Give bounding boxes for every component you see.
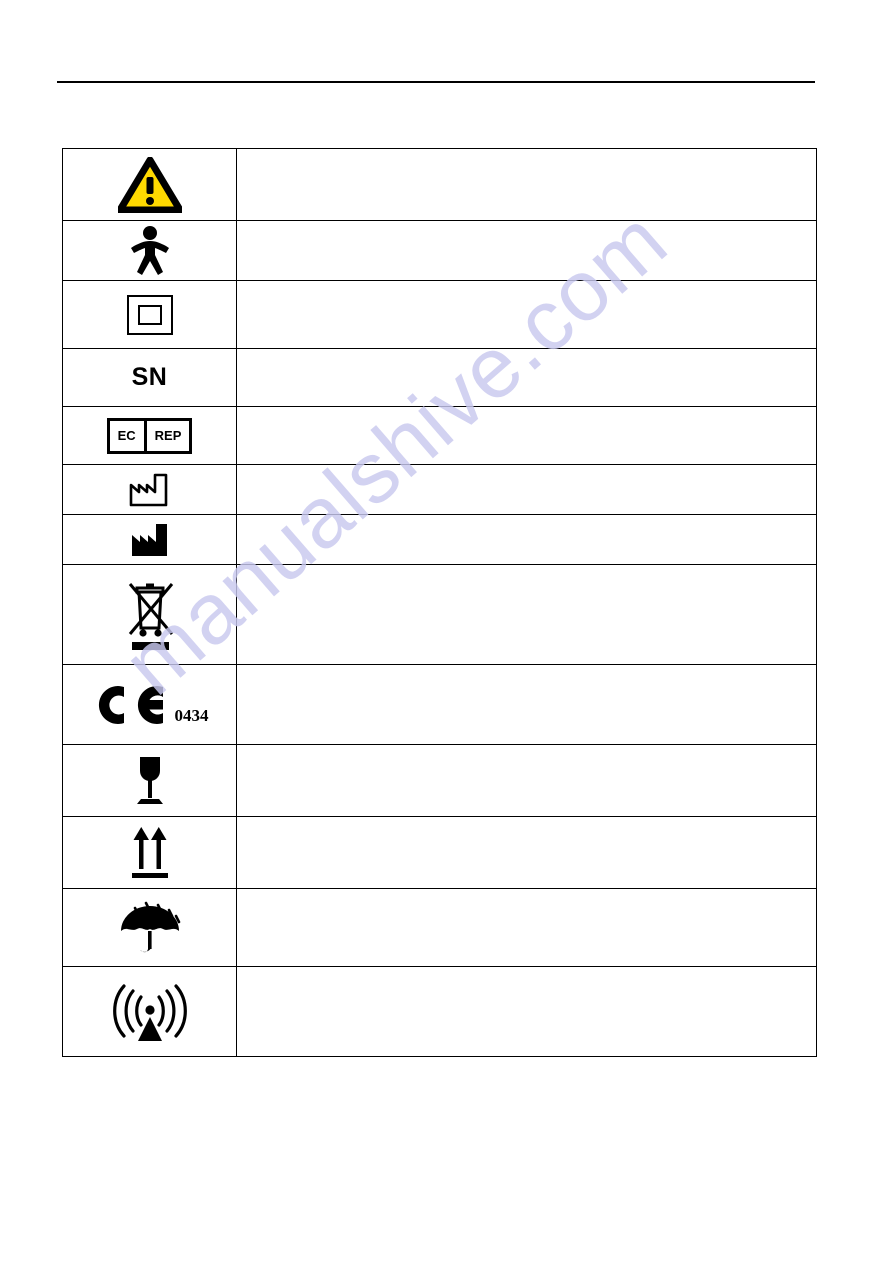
symbol-cell: EC REP (62, 406, 237, 465)
table-row (62, 464, 817, 515)
date-of-manufacture-icon (128, 472, 172, 508)
description-cell (236, 888, 817, 967)
this-way-up-icon (127, 825, 173, 881)
symbol-cell (62, 966, 237, 1057)
description-cell (236, 464, 817, 515)
ec-rep-label-rep: REP (154, 428, 182, 443)
symbol-legend-table: SN EC REP 0434 (62, 148, 817, 1057)
symbol-cell (62, 514, 237, 565)
warning-triangle-icon (117, 156, 182, 213)
description-cell (236, 816, 817, 889)
description-cell (236, 514, 817, 565)
symbol-cell (62, 280, 237, 349)
table-row (62, 966, 817, 1057)
symbol-cell (62, 220, 237, 281)
symbol-cell: SN (62, 348, 237, 407)
ec-rep-icon: EC REP (106, 417, 193, 454)
symbol-cell: 0434 (62, 664, 237, 745)
non-ionizing-radiation-icon (111, 979, 189, 1045)
serial-number-icon: SN (131, 363, 168, 391)
keep-dry-umbrella-icon (113, 898, 187, 958)
ce-notified-body-number: 0434 (174, 705, 209, 725)
table-row (62, 220, 817, 281)
ce-mark-icon: 0434 (91, 682, 209, 728)
description-cell (236, 280, 817, 349)
symbol-cell (62, 816, 237, 889)
description-cell (236, 348, 817, 407)
table-row: SN (62, 348, 817, 407)
header-rule (57, 81, 815, 83)
weee-crossed-out-bin-icon (118, 576, 182, 654)
description-cell (236, 966, 817, 1057)
symbol-cell (62, 744, 237, 817)
table-row (62, 888, 817, 967)
class-ii-equipment-icon (126, 294, 173, 335)
symbol-cell (62, 464, 237, 515)
page-canvas: SN EC REP 0434 manualshive.com (0, 0, 893, 1263)
table-row (62, 148, 817, 221)
table-row: 0434 (62, 664, 817, 745)
table-row (62, 564, 817, 665)
table-row (62, 280, 817, 349)
manufacturer-icon (128, 521, 172, 559)
description-cell (236, 744, 817, 817)
ec-rep-label-ec: EC (110, 420, 147, 451)
description-cell (236, 406, 817, 465)
table-row (62, 816, 817, 889)
description-cell (236, 664, 817, 745)
description-cell (236, 148, 817, 221)
symbol-cell (62, 564, 237, 665)
table-row (62, 744, 817, 817)
table-row: EC REP (62, 406, 817, 465)
table-row (62, 514, 817, 565)
description-cell (236, 220, 817, 281)
symbol-cell (62, 148, 237, 221)
type-b-applied-part-icon (126, 225, 174, 277)
description-cell (236, 564, 817, 665)
fragile-icon (130, 753, 170, 809)
symbol-cell (62, 888, 237, 967)
